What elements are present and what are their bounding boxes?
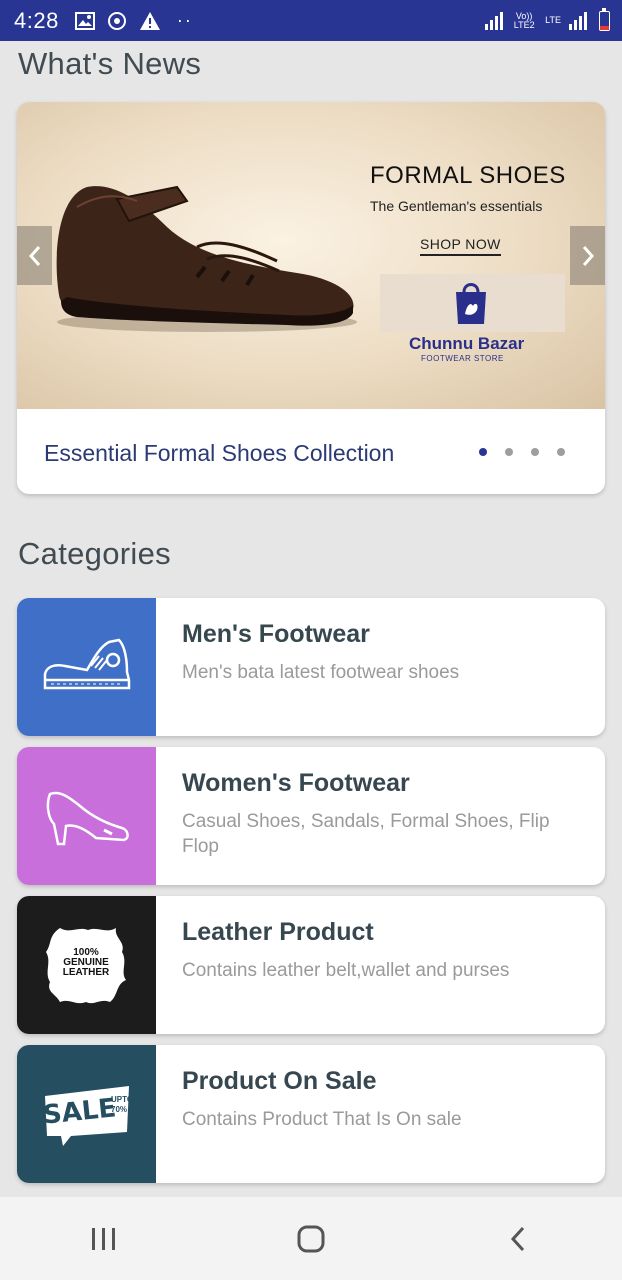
category-image-leather: 100% GENUINE LEATHER	[17, 896, 156, 1034]
brand-tagline: FOOTWEAR STORE	[421, 354, 504, 363]
category-image-sale: SALE UPTO 70%	[17, 1045, 156, 1183]
category-title: Product On Sale	[182, 1067, 377, 1095]
category-card-product-on-sale[interactable]: SALE UPTO 70% Product On Sale Contains P…	[17, 1045, 605, 1183]
shop-now-link[interactable]: SHOP NOW	[420, 236, 501, 256]
category-title: Men's Footwear	[182, 620, 370, 648]
brand-name: Chunnu Bazar	[409, 334, 525, 353]
chevron-right-icon	[582, 245, 594, 266]
category-image-womens	[17, 747, 156, 885]
recent-apps-button[interactable]	[64, 1209, 144, 1269]
brand-logo-box	[380, 274, 565, 332]
back-icon	[511, 1226, 525, 1251]
category-description: Men's bata latest footwear shoes	[182, 662, 460, 683]
system-navigation-bar	[0, 1197, 622, 1280]
category-card-mens-footwear[interactable]: Men's Footwear Men's bata latest footwea…	[17, 598, 605, 736]
carousel-next-button[interactable]	[570, 226, 605, 285]
signal-strength-icon	[485, 11, 504, 30]
category-title: Leather Product	[182, 918, 374, 946]
carousel-dot-4[interactable]	[557, 448, 565, 456]
banner-tagline: The Gentleman's essentials	[370, 198, 543, 214]
battery-icon	[599, 7, 610, 31]
recent-apps-icon	[91, 1227, 115, 1250]
banner-headline: FORMAL SHOES	[370, 162, 566, 189]
network-label-right: LTE	[545, 15, 561, 25]
chevron-left-icon	[28, 245, 40, 266]
warning-icon	[139, 11, 161, 31]
formal-shoe-image	[56, 185, 357, 332]
categories-title: Categories	[18, 536, 171, 571]
sale-badge-subtext: UPTO 70%	[111, 1095, 134, 1114]
category-title: Women's Footwear	[182, 769, 410, 797]
whats-news-title: What's News	[18, 46, 202, 81]
sync-icon	[107, 11, 127, 31]
status-time: 4:28	[14, 7, 59, 33]
home-icon	[297, 1225, 325, 1252]
shopping-bag-icon	[456, 283, 486, 324]
carousel-dot-2[interactable]	[505, 448, 513, 456]
high-heel-icon	[46, 791, 129, 846]
category-card-womens-footwear[interactable]: Women's Footwear Casual Shoes, Sandals, …	[17, 747, 605, 885]
category-description: Contains Product That Is On sale	[182, 1109, 462, 1130]
carousel-prev-button[interactable]	[17, 226, 52, 285]
status-bar: 4:28 ·· Vo)) LTE2 LTE	[0, 0, 622, 41]
category-description: Contains leather belt,wallet and purses	[182, 960, 510, 981]
carousel-dot-1[interactable]	[479, 448, 487, 456]
more-notifications-icon: ··	[176, 10, 193, 30]
gallery-icon	[74, 11, 95, 30]
category-description: Casual Shoes, Sandals, Formal Shoes, Fli…	[182, 811, 550, 857]
leather-badge-text: 100% GENUINE LEATHER	[62, 947, 110, 978]
category-card-leather-product[interactable]: 100% GENUINE LEATHER Leather Product Con…	[17, 896, 605, 1034]
carousel-indicator	[479, 448, 565, 456]
sneaker-icon	[43, 638, 130, 690]
network-label-left: Vo)) LTE2	[513, 10, 535, 30]
back-button[interactable]	[478, 1209, 558, 1269]
signal-strength-icon-2	[569, 11, 587, 30]
carousel-caption: Essential Formal Shoes Collection	[44, 440, 395, 466]
category-image-mens	[17, 598, 156, 736]
carousel-dot-3[interactable]	[531, 448, 539, 456]
home-button[interactable]	[271, 1209, 351, 1269]
banner-image[interactable]: FORMAL SHOES The Gentleman's essentials …	[17, 102, 605, 409]
news-carousel-card[interactable]: FORMAL SHOES The Gentleman's essentials …	[17, 102, 605, 494]
